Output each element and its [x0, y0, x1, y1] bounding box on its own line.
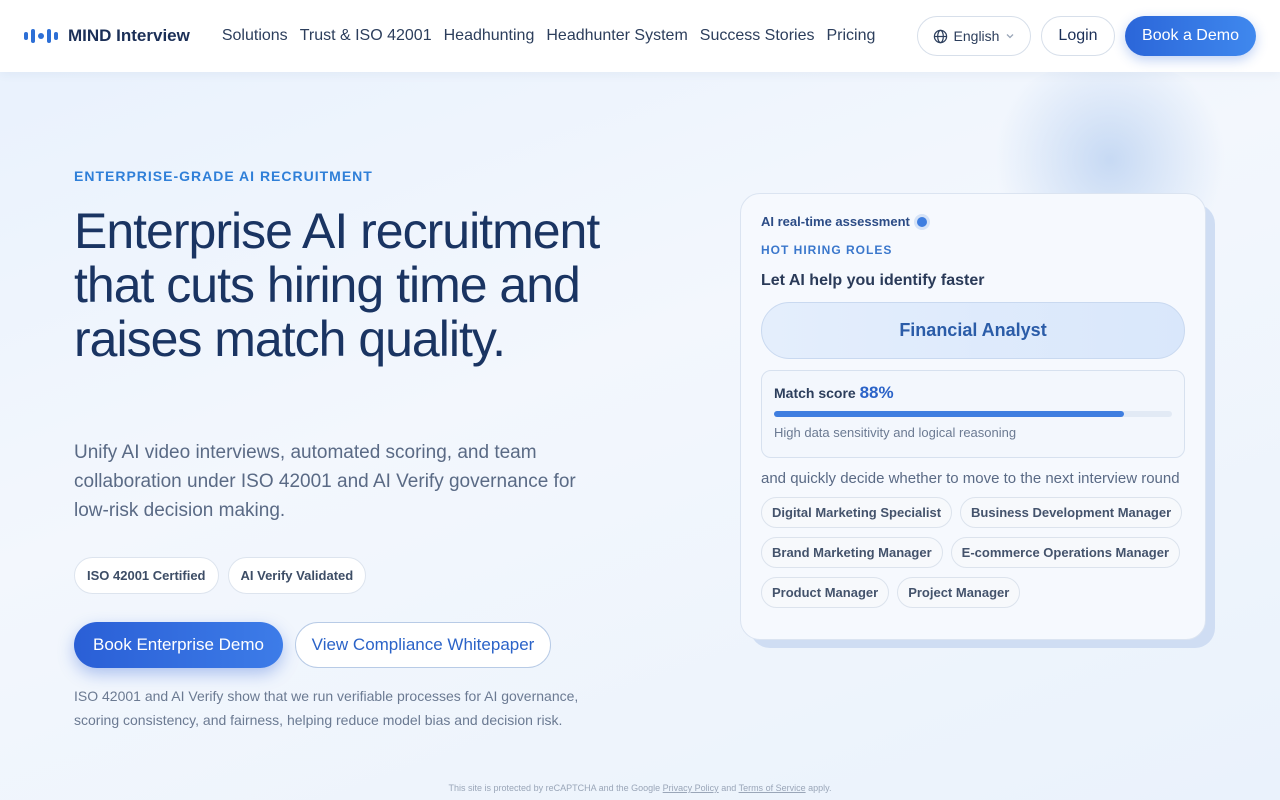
compliance-note: ISO 42001 and AI Verify show that we run… — [74, 688, 579, 728]
live-label-text: AI real-time assessment — [761, 214, 910, 229]
recaptcha-prefix: This site is protected by reCAPTCHA and … — [448, 783, 661, 793]
card-headline: Let AI help you identify faster — [761, 272, 985, 289]
top-navigation-bar: MIND Interview Solutions Trust & ISO 420… — [0, 0, 1280, 72]
ai-assessment-card: AI real-time assessment HOT HIRING ROLES… — [740, 193, 1206, 640]
view-whitepaper-button[interactable]: View Compliance Whitepaper — [295, 622, 551, 668]
nav-trust-iso[interactable]: Trust & ISO 42001 — [300, 27, 432, 45]
recaptcha-notice: This site is protected by reCAPTCHA and … — [0, 783, 1280, 793]
nav-headhunting[interactable]: Headhunting — [444, 27, 535, 45]
globe-icon — [933, 29, 947, 43]
match-score-label: Match score — [774, 385, 856, 401]
hero-title: Enterprise AI recruitment that cuts hiri… — [74, 203, 600, 367]
featured-role: Financial Analyst — [761, 302, 1185, 359]
hero-subtitle: Unify AI video interviews, automated sco… — [74, 442, 576, 521]
chevron-down-icon — [1006, 34, 1014, 39]
badge-iso-42001: ISO 42001 Certified — [74, 557, 219, 594]
match-score-line: Match score 88% — [774, 383, 1172, 403]
recaptcha-suffix: apply. — [808, 783, 832, 793]
brand-logo[interactable]: MIND Interview — [24, 26, 190, 46]
recaptcha-and: and — [721, 783, 737, 793]
logo-icon — [24, 29, 58, 43]
role-tag[interactable]: Business Development Manager — [960, 497, 1183, 528]
live-indicator-icon — [916, 216, 927, 227]
role-tags: Digital Marketing Specialist Business De… — [761, 497, 1187, 608]
match-progress-track — [774, 411, 1172, 417]
match-score-panel: Match score 88% High data sensitivity an… — [761, 370, 1185, 458]
nav-success-stories[interactable]: Success Stories — [700, 27, 815, 45]
hero-cta-group: Book Enterprise Demo View Compliance Whi… — [74, 622, 551, 668]
badge-ai-verify: AI Verify Validated — [227, 557, 367, 594]
language-label: English — [953, 28, 1000, 44]
login-button[interactable]: Login — [1041, 16, 1115, 56]
role-tag[interactable]: Digital Marketing Specialist — [761, 497, 953, 528]
main-nav: Solutions Trust & ISO 42001 Headhunting … — [222, 27, 876, 45]
nav-solutions[interactable]: Solutions — [222, 27, 288, 45]
certification-badges: ISO 42001 Certified AI Verify Validated — [74, 557, 367, 594]
role-tag[interactable]: Product Manager — [761, 577, 890, 608]
nav-pricing[interactable]: Pricing — [826, 27, 875, 45]
book-demo-button[interactable]: Book a Demo — [1125, 16, 1256, 56]
nav-headhunter-system[interactable]: Headhunter System — [546, 27, 687, 45]
role-tag[interactable]: Project Manager — [897, 577, 1021, 608]
match-progress-fill — [774, 411, 1125, 417]
decision-text: and quickly decide whether to move to th… — [761, 470, 1180, 487]
book-enterprise-demo-button[interactable]: Book Enterprise Demo — [74, 622, 283, 668]
role-tag[interactable]: Brand Marketing Manager — [761, 537, 943, 568]
language-selector[interactable]: English — [917, 16, 1031, 56]
hot-roles-label: HOT HIRING ROLES — [761, 243, 893, 257]
terms-of-service-link[interactable]: Terms of Service — [739, 783, 806, 793]
match-description: High data sensitivity and logical reason… — [774, 425, 1017, 440]
role-tag[interactable]: E-commerce Operations Manager — [950, 537, 1181, 568]
privacy-policy-link[interactable]: Privacy Policy — [663, 783, 719, 793]
header-actions: English Login Book a Demo — [917, 16, 1256, 56]
match-score-value: 88% — [859, 383, 894, 402]
live-assessment-label: AI real-time assessment — [761, 214, 1185, 229]
logo-text: MIND Interview — [68, 26, 190, 45]
hero-eyebrow: ENTERPRISE-GRADE AI RECRUITMENT — [74, 168, 373, 184]
